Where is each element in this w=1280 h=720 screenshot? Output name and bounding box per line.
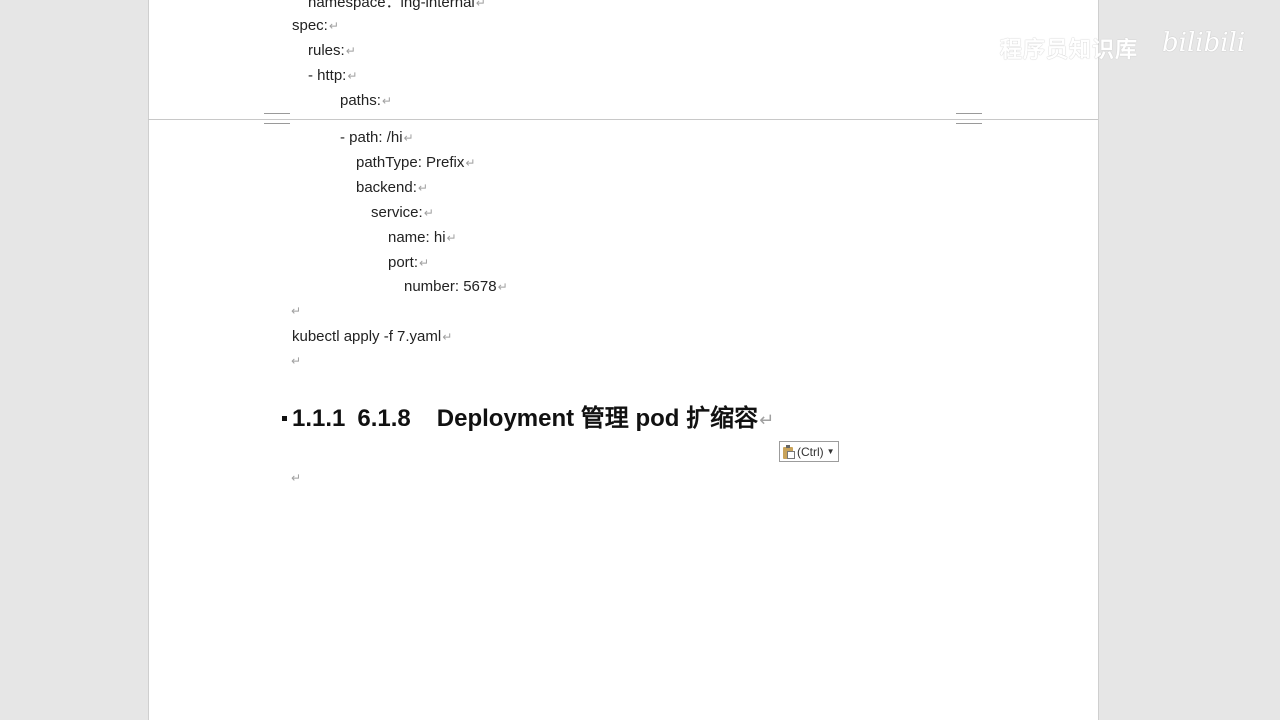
section-heading[interactable]: 1.1.1 6.1.8 Deployment 管理 pod 扩缩容↵ (292, 403, 774, 436)
page-corner-mark-left (264, 113, 290, 124)
doc-line-http[interactable]: - http:↵ (308, 67, 357, 85)
doc-line-rules[interactable]: rules:↵ (308, 42, 356, 60)
heading-subnumber: 6.1.8 (357, 405, 411, 432)
doc-line-blank[interactable]: ↵ (290, 469, 301, 487)
page-corner-mark-right (956, 113, 982, 124)
heading-number: 1.1.1 (292, 405, 346, 432)
doc-line-blank[interactable]: ↵ (290, 352, 301, 370)
paste-options-label: (Ctrl) (797, 444, 824, 459)
doc-line-path[interactable]: - path: /hi↵ (340, 129, 414, 147)
doc-line-paths[interactable]: paths:↵ (340, 92, 392, 110)
doc-line-number[interactable]: number: 5678↵ (404, 278, 508, 296)
clipboard-paste-icon (783, 444, 795, 459)
doc-line-pathtype[interactable]: pathType: Prefix↵ (356, 154, 475, 172)
paste-options-button[interactable]: (Ctrl) ▼ (779, 441, 839, 462)
doc-line-namespace[interactable]: namespace：ing-internal↵ (308, 0, 486, 12)
heading-bullet (282, 416, 287, 421)
bilibili-logo: bilibili (1162, 28, 1246, 58)
heading-title: Deployment 管理 pod 扩缩容 (436, 405, 759, 432)
doc-line-kubectl[interactable]: kubectl apply -f 7.yaml↵ (292, 328, 452, 346)
doc-line-service[interactable]: service:↵ (371, 204, 434, 222)
doc-line-backend[interactable]: backend:↵ (356, 179, 428, 197)
doc-line-name[interactable]: name: hi↵ (388, 229, 457, 247)
chevron-down-icon: ▼ (826, 447, 835, 456)
doc-line-spec[interactable]: spec:↵ (292, 17, 339, 35)
doc-line-port[interactable]: port:↵ (388, 254, 429, 272)
watermark-text: 程序员知识库 (1000, 37, 1139, 62)
doc-line-blank[interactable]: ↵ (290, 302, 301, 320)
